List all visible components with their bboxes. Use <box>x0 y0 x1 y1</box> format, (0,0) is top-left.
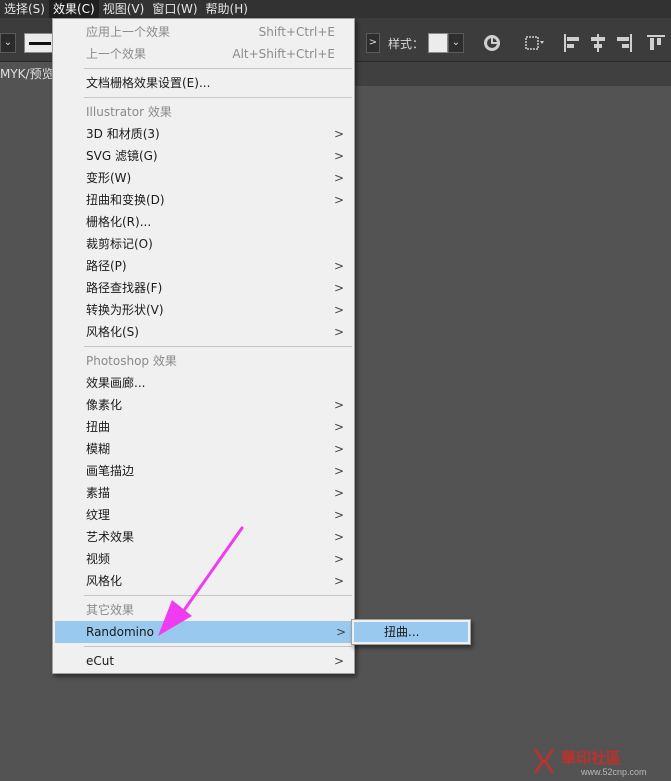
section-header-label: Illustrator 效果 <box>86 105 172 119</box>
submenu-arrow-icon: > <box>333 281 344 295</box>
menu-view[interactable]: 视图(V) <box>99 0 149 18</box>
menu-item-brush-strokes[interactable]: 画笔描边 > <box>53 460 354 482</box>
menu-item-path[interactable]: 路径(P) > <box>53 255 354 277</box>
menu-item-ecut[interactable]: eCut > <box>53 650 354 672</box>
menu-item-crop-marks[interactable]: 裁剪标记(O) <box>53 233 354 255</box>
menu-item-label: 应用上一个效果 <box>86 25 171 39</box>
menu-item-distort[interactable]: 扭曲 > <box>53 416 354 438</box>
submenu-arrow-icon: > <box>333 530 344 544</box>
menu-item-label: 视频 <box>86 552 111 566</box>
submenu-arrow-icon: > <box>333 508 344 522</box>
menu-item-label: 路径查找器(F) <box>86 281 163 295</box>
menu-item-warp[interactable]: 变形(W) > <box>53 167 354 189</box>
align-left-icon[interactable] <box>560 31 584 55</box>
menu-item-last-effect[interactable]: 上一个效果 Alt+Shift+Ctrl+E <box>53 43 354 65</box>
transform-icon[interactable] <box>522 31 546 55</box>
submenu-arrow-icon: > <box>333 171 344 185</box>
menu-item-label: 扭曲和变换(D) <box>86 193 165 207</box>
submenu-arrow-icon: > <box>333 193 344 207</box>
submenu-arrow-icon: > <box>335 625 346 639</box>
menu-item-label: 扭曲 <box>86 420 111 434</box>
menu-separator <box>84 68 352 69</box>
submenu-arrow-icon: > <box>333 420 344 434</box>
menu-item-effect-gallery[interactable]: 效果画廊... <box>53 372 354 394</box>
opacity-arrow-button[interactable]: > <box>366 33 380 53</box>
menu-item-label: 文档栅格效果设置(E)... <box>86 76 211 90</box>
menu-separator <box>84 97 352 98</box>
menu-item-label: 风格化(S) <box>86 325 139 339</box>
menu-item-label: 艺术效果 <box>86 530 135 544</box>
menu-item-svg-filters[interactable]: SVG 滤镜(G) > <box>53 145 354 167</box>
menu-item-pathfinder[interactable]: 路径查找器(F) > <box>53 277 354 299</box>
menu-item-apply-last-effect[interactable]: 应用上一个效果 Shift+Ctrl+E <box>53 21 354 43</box>
submenu-arrow-icon: > <box>333 654 344 668</box>
menu-item-label: 风格化 <box>86 574 123 588</box>
menu-item-label: 变形(W) <box>86 171 132 185</box>
menu-item-rasterize[interactable]: 栅格化(R)... <box>53 211 354 233</box>
menu-item-sketch[interactable]: 素描 > <box>53 482 354 504</box>
submenu-item-distort[interactable]: 扭曲... <box>354 622 468 642</box>
menu-item-label: 素描 <box>86 486 111 500</box>
submenu-arrow-icon: > <box>333 303 344 317</box>
menu-item-label: eCut <box>86 654 115 668</box>
menu-item-stylize-ai[interactable]: 风格化(S) > <box>53 321 354 343</box>
graphic-style-swatch[interactable] <box>428 33 448 53</box>
menu-item-label: 栅格化(R)... <box>86 215 152 229</box>
menu-item-label: 效果画廊... <box>86 376 146 390</box>
menu-item-label: 画笔描边 <box>86 464 135 478</box>
shortcut-label: Alt+Shift+Ctrl+E <box>232 47 335 61</box>
menu-effect[interactable]: 效果(C) <box>48 0 99 18</box>
menu-bar: 选择(S) 效果(C) 视图(V) 窗口(W) 帮助(H) <box>0 0 671 18</box>
graphic-style-dropdown[interactable]: ⌄ <box>448 33 464 53</box>
section-header-label: Photoshop 效果 <box>86 354 177 368</box>
style-label: 样式： <box>388 37 425 51</box>
menu-item-3d-materials[interactable]: 3D 和材质(3) > <box>53 123 354 145</box>
watermark-title: 華印社區 <box>561 749 621 767</box>
annotation-arrow-icon <box>158 526 244 636</box>
menu-item-label: SVG 滤镜(G) <box>86 149 158 163</box>
menu-item-blur[interactable]: 模糊 > <box>53 438 354 460</box>
menu-item-pixelate[interactable]: 像素化 > <box>53 394 354 416</box>
section-header-label: 其它效果 <box>86 603 135 617</box>
menu-item-label: 上一个效果 <box>86 47 147 61</box>
menu-select[interactable]: 选择(S) <box>0 0 49 18</box>
menu-help[interactable]: 帮助(H) <box>202 0 252 18</box>
menu-item-label: 模糊 <box>86 442 111 456</box>
submenu-arrow-icon: > <box>333 127 344 141</box>
shortcut-label: Shift+Ctrl+E <box>258 25 335 39</box>
submenu-arrow-icon: > <box>333 325 344 339</box>
stroke-weight-dropdown[interactable]: ⌄ <box>0 33 16 53</box>
menu-item-convert-to-shape[interactable]: 转换为形状(V) > <box>53 299 354 321</box>
menu-item-raster-settings[interactable]: 文档栅格效果设置(E)... <box>53 72 354 94</box>
menu-item-distort-transform[interactable]: 扭曲和变换(D) > <box>53 189 354 211</box>
align-top-icon[interactable] <box>644 31 668 55</box>
menu-window[interactable]: 窗口(W) <box>148 0 201 18</box>
submenu-arrow-icon: > <box>333 464 344 478</box>
submenu-arrow-icon: > <box>333 574 344 588</box>
menu-item-label: 3D 和材质(3) <box>86 127 160 141</box>
menu-item-label: 转换为形状(V) <box>86 303 164 317</box>
menu-item-label: 路径(P) <box>86 259 127 273</box>
menu-item-label: 裁剪标记(O) <box>86 237 153 251</box>
submenu-arrow-icon: > <box>333 398 344 412</box>
menu-separator <box>84 346 352 347</box>
watermark-logo: 華印社區 www.52cnp.com <box>533 748 647 777</box>
menu-section-photoshop: Photoshop 效果 <box>53 350 354 372</box>
menu-item-label: 像素化 <box>86 398 123 412</box>
submenu-arrow-icon: > <box>333 259 344 273</box>
align-right-icon[interactable] <box>612 31 636 55</box>
watermark-url: www.52cnp.com <box>580 767 647 777</box>
randomino-submenu: 扭曲... <box>351 619 471 645</box>
submenu-arrow-icon: > <box>333 552 344 566</box>
document-tab[interactable]: MYK/预览) <box>0 62 60 86</box>
recolor-artwork-icon[interactable] <box>480 31 504 55</box>
menu-section-illustrator: Illustrator 效果 <box>53 101 354 123</box>
menu-item-label: 纹理 <box>86 508 111 522</box>
menu-item-label: Randomino <box>86 625 154 639</box>
submenu-arrow-icon: > <box>333 149 344 163</box>
submenu-arrow-icon: > <box>333 486 344 500</box>
submenu-arrow-icon: > <box>333 442 344 456</box>
align-center-icon[interactable] <box>586 31 610 55</box>
